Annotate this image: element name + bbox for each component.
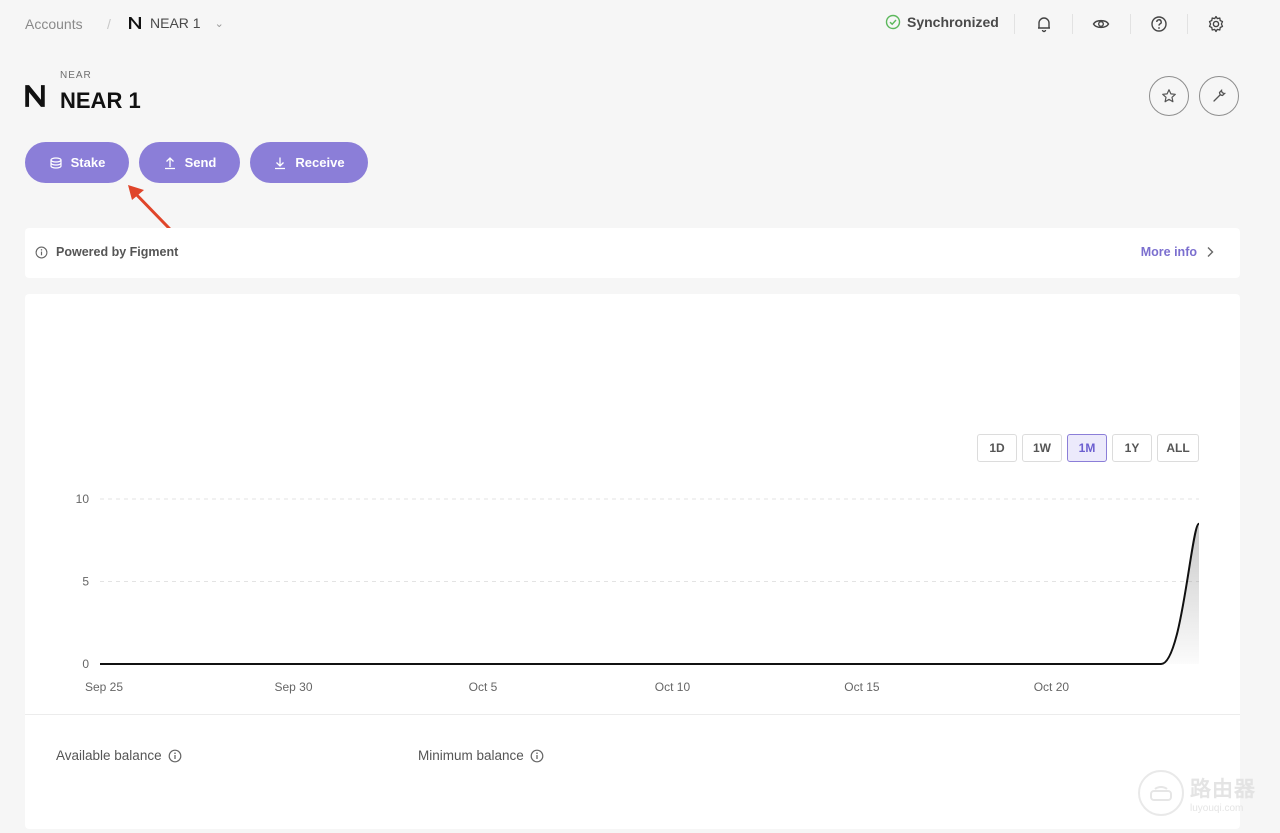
currency-ticker: NEAR (60, 70, 92, 81)
info-icon[interactable] (168, 749, 182, 763)
minimum-balance: Minimum balance (418, 748, 544, 763)
check-circle-icon (885, 14, 901, 30)
star-icon (1162, 89, 1176, 103)
range-button-all[interactable]: ALL (1157, 434, 1199, 462)
watermark-url: luyouqi.com (1190, 802, 1244, 814)
breadcrumb-separator: / (107, 16, 111, 32)
more-info-label: More info (1140, 245, 1197, 259)
divider (1014, 14, 1015, 34)
stake-button[interactable]: Stake (25, 142, 129, 183)
powered-by-label: Powered by Figment (56, 245, 179, 259)
wrench-icon (1213, 88, 1227, 102)
available-balance-label: Available balance (56, 748, 162, 763)
range-button-1d[interactable]: 1D (977, 434, 1017, 462)
available-balance: Available balance (56, 748, 182, 763)
balance-chart: 0 5 10 Sep 25 Sep 30 Oct 5 Oct 10 Oct 15 Oct 20 (76, 492, 1200, 694)
settings-button[interactable] (1204, 12, 1228, 36)
x-tick-label: Sep 30 (274, 680, 312, 694)
watermark-cn: 路由器 (1190, 777, 1256, 801)
near-logo-icon (25, 85, 45, 107)
y-tick-label: 10 (76, 492, 90, 506)
upload-icon (164, 156, 175, 169)
range-button-1y[interactable]: 1Y (1112, 434, 1152, 462)
send-button[interactable]: Send (139, 142, 240, 183)
chevron-right-icon (1207, 247, 1214, 257)
range-button-1w[interactable]: 1W (1022, 434, 1062, 462)
edit-account-button[interactable] (1199, 76, 1239, 116)
sync-status: Synchronized (885, 14, 999, 30)
toggle-visibility-button[interactable] (1089, 12, 1113, 36)
divider (25, 714, 1240, 715)
watermark: 路由器 luyouqi.com (1138, 770, 1256, 816)
breadcrumb-account-name: NEAR 1 (150, 15, 201, 31)
y-tick-label: 5 (82, 575, 89, 589)
watermark-text: 路由器 luyouqi.com (1190, 773, 1256, 814)
x-tick-label: Sep 25 (85, 680, 123, 694)
stake-button-label: Stake (70, 155, 106, 170)
router-logo-icon (1138, 770, 1184, 816)
chevron-down-icon: ⌄ (214, 17, 224, 30)
x-tick-label: Oct 20 (1034, 680, 1070, 694)
page-title: NEAR 1 (60, 88, 141, 113)
bell-icon (1038, 17, 1050, 33)
help-icon (1151, 16, 1167, 32)
top-bar: Accounts / NEAR 1 ⌄ Synchronized (0, 0, 1280, 48)
series-line (100, 522, 1200, 665)
minimum-balance-label: Minimum balance (418, 748, 524, 763)
divider (1187, 14, 1188, 34)
powered-by: Powered by Figment (35, 245, 178, 259)
star-button[interactable] (1149, 76, 1189, 116)
y-tick-label: 0 (82, 657, 89, 671)
notifications-button[interactable] (1032, 12, 1056, 36)
info-icon[interactable] (530, 749, 544, 763)
gear-icon (1208, 15, 1224, 33)
x-tick-label: Oct 10 (655, 680, 691, 694)
more-info-link[interactable]: More info (1141, 245, 1215, 259)
sync-status-label: Synchronized (907, 14, 999, 30)
breadcrumb-accounts[interactable]: Accounts (25, 16, 83, 32)
near-logo-icon (129, 17, 141, 29)
x-tick-label: Oct 15 (844, 680, 880, 694)
range-selector: 1D 1W 1M 1Y ALL (977, 434, 1199, 462)
send-button-label: Send (184, 155, 217, 170)
coins-icon (50, 156, 62, 169)
help-button[interactable] (1147, 12, 1171, 36)
series-area (100, 523, 1199, 664)
divider (1072, 14, 1073, 34)
divider (1130, 14, 1131, 34)
x-tick-label: Oct 5 (469, 680, 498, 694)
receive-button-label: Receive (295, 155, 345, 170)
info-icon (35, 246, 48, 258)
eye-icon (1092, 19, 1110, 29)
account-selector[interactable]: NEAR 1 ⌄ (126, 14, 224, 32)
range-button-1m[interactable]: 1M (1067, 434, 1107, 462)
download-icon (275, 157, 286, 169)
receive-button[interactable]: Receive (250, 142, 368, 183)
info-banner: Powered by Figment More info (25, 228, 1240, 278)
balance-chart-card: 0 5 10 Sep 25 Sep 30 Oct 5 Oct 10 Oct 15 Oct 20 … (25, 294, 1240, 829)
